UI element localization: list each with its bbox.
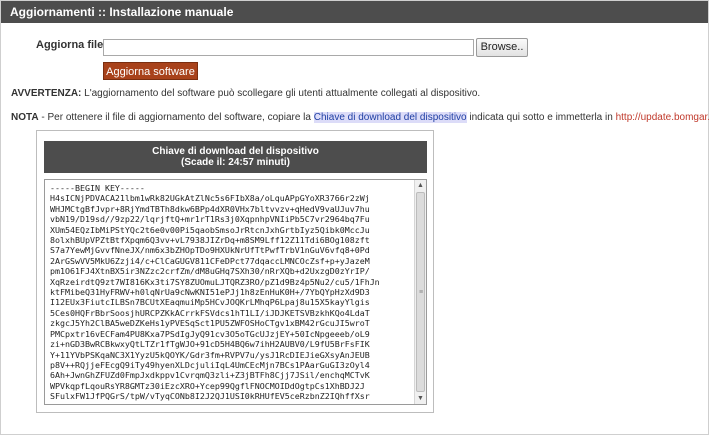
note-text-before: - Per ottenere il file di aggiornamento … [38,112,314,123]
note-message: NOTA - Per ottenere il file di aggiornam… [11,112,709,123]
update-file-input[interactable] [103,39,474,56]
warning-message: AVVERTENZA: L'aggiornamento del software… [11,88,480,99]
key-scrollbar[interactable]: ▲ ≡ ▼ [414,180,426,404]
download-key-box: Chiave di download del dispositivo (Scad… [36,130,434,413]
note-label: NOTA [11,112,39,123]
download-key-textarea[interactable]: -----BEGIN KEY----- H4sICNjPDVACA21lbm1w… [44,179,427,405]
update-software-button[interactable]: Aggiorna software [103,62,198,80]
browse-button[interactable]: Browse.. [476,38,528,57]
download-key-header: Chiave di download del dispositivo (Scad… [44,141,427,173]
scroll-up-arrow-icon[interactable]: ▲ [415,180,426,191]
download-key-text[interactable]: -----BEGIN KEY----- H4sICNjPDVACA21lbm1w… [50,183,412,403]
scroll-thumb[interactable]: ≡ [416,192,425,392]
download-key-expiry: (Scade il: 24:57 minuti) [181,157,290,168]
download-key-title: Chiave di download del dispositivo [152,146,319,157]
update-file-label: Aggiorna file: [36,39,107,51]
update-site-link[interactable]: http://update.bomgar.com [616,112,709,123]
warning-text: L'aggiornamento del software può scolleg… [81,88,481,99]
scroll-grip-icon: ≡ [419,289,424,296]
panel-title: Aggiornamenti :: Installazione manuale [1,1,708,23]
note-text-middle: indicata qui sotto e immetterla in [466,112,616,123]
scroll-down-arrow-icon[interactable]: ▼ [415,393,426,404]
download-key-link[interactable]: Chiave di download del dispositivo [313,112,467,123]
warning-label: AVVERTENZA: [11,88,82,99]
manual-update-panel: Aggiornamenti :: Installazione manuale A… [0,0,709,435]
